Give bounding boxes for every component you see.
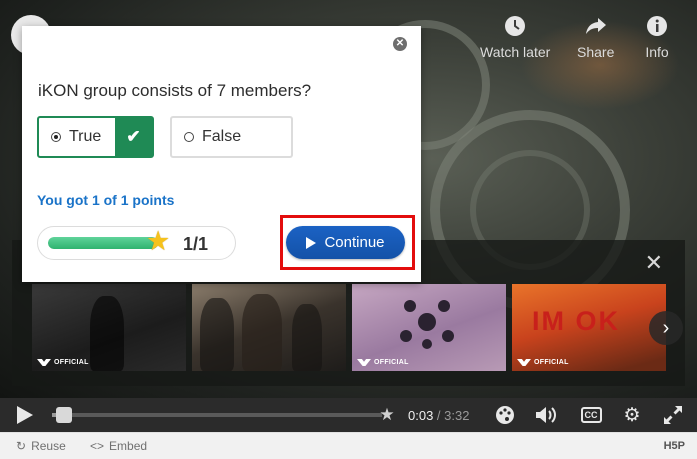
time-display: 0:03 / 3:32 bbox=[408, 408, 469, 423]
code-icon: <> bbox=[90, 439, 105, 453]
gear-icon: ⚙ bbox=[623, 404, 641, 426]
settings-button[interactable]: ⚙ bbox=[619, 398, 645, 432]
score-progress-track bbox=[48, 237, 158, 249]
play-button[interactable] bbox=[10, 398, 40, 432]
seek-handle[interactable] bbox=[56, 407, 72, 423]
star-icon: ★ bbox=[146, 226, 171, 256]
share-label: Share bbox=[577, 44, 615, 60]
yg-logo-icon bbox=[517, 359, 531, 366]
answer-true-option[interactable]: True ✔ bbox=[37, 116, 154, 158]
radio-selected-icon bbox=[51, 132, 61, 142]
continue-label: Continue bbox=[324, 234, 385, 251]
yg-logo-icon bbox=[357, 359, 371, 366]
close-icon[interactable]: ✕ bbox=[645, 252, 663, 274]
captions-icon: CC bbox=[580, 407, 602, 423]
person-silhouette bbox=[200, 298, 234, 371]
quality-button[interactable] bbox=[492, 398, 518, 432]
info-icon bbox=[645, 14, 669, 38]
continue-button[interactable]: Continue bbox=[286, 226, 405, 259]
youtube-watermark bbox=[579, 360, 679, 382]
close-icon[interactable]: ✕ bbox=[393, 37, 407, 51]
related-video-thumbnail[interactable]: IM OK OFFICIAL bbox=[512, 284, 666, 371]
score-value: 1/1 bbox=[183, 234, 209, 254]
volume-icon bbox=[536, 407, 556, 423]
checkmark-icon: ✔ bbox=[115, 118, 152, 156]
play-icon bbox=[306, 236, 317, 249]
h5p-footer: ↻ Reuse <> Embed H5P bbox=[0, 432, 697, 459]
share-button[interactable]: Share bbox=[577, 14, 614, 60]
quiz-question: iKON group consists of 7 members? bbox=[38, 81, 312, 100]
score-feedback: You got 1 of 1 points bbox=[37, 192, 175, 208]
person-silhouette bbox=[242, 294, 282, 371]
captions-button[interactable]: CC bbox=[578, 398, 604, 432]
yg-logo-icon bbox=[37, 359, 51, 366]
chevron-right-icon[interactable]: › bbox=[649, 311, 683, 345]
watch-later-label: Watch later bbox=[480, 44, 551, 60]
h5p-logo[interactable]: H5P bbox=[664, 440, 685, 452]
radio-unselected-icon bbox=[184, 132, 194, 142]
watch-later-button[interactable]: Watch later bbox=[480, 14, 550, 60]
info-button[interactable]: Info bbox=[645, 14, 669, 60]
volume-button[interactable] bbox=[533, 398, 559, 432]
reuse-icon: ↻ bbox=[16, 439, 27, 453]
answer-label: False bbox=[202, 128, 242, 145]
info-label: Info bbox=[645, 44, 669, 60]
seek-bar[interactable] bbox=[52, 407, 382, 423]
play-icon bbox=[17, 406, 33, 424]
star-marker-icon[interactable]: ★ bbox=[375, 398, 399, 432]
palette-icon bbox=[496, 406, 514, 424]
person-silhouette bbox=[292, 304, 322, 371]
answer-false-option[interactable]: False bbox=[170, 116, 293, 158]
quiz-dialog: ✕ iKON group consists of 7 members? True… bbox=[22, 26, 421, 282]
person-silhouette bbox=[90, 296, 124, 371]
dancers-graphic bbox=[400, 300, 454, 349]
clock-icon bbox=[503, 14, 527, 38]
current-time: 0:03 bbox=[408, 408, 434, 423]
expand-icon bbox=[664, 406, 682, 424]
score-bar: ★ 1/1 bbox=[37, 226, 236, 260]
answer-label: True bbox=[69, 128, 102, 145]
share-arrow-icon bbox=[584, 14, 608, 38]
score-progress-fill bbox=[48, 237, 158, 249]
reuse-label: Reuse bbox=[31, 439, 66, 453]
official-badge: OFFICIAL bbox=[357, 359, 409, 366]
reuse-link[interactable]: ↻ Reuse bbox=[16, 439, 66, 453]
official-badge: OFFICIAL bbox=[517, 359, 569, 366]
official-badge: OFFICIAL bbox=[37, 359, 89, 366]
fullscreen-button[interactable] bbox=[660, 398, 686, 432]
related-video-thumbnail[interactable] bbox=[192, 284, 346, 371]
related-video-thumbnail[interactable]: OFFICIAL bbox=[352, 284, 506, 371]
related-video-thumbnail[interactable]: OFFICIAL bbox=[32, 284, 186, 371]
embed-label: Embed bbox=[109, 439, 148, 453]
embed-link[interactable]: <> Embed bbox=[90, 439, 147, 453]
player-controls: ★ 0:03 / 3:32 CC ⚙ bbox=[0, 398, 697, 432]
duration: 3:32 bbox=[444, 408, 470, 423]
thumbnail-title-text: IM OK bbox=[532, 306, 620, 336]
time-separator: / bbox=[433, 408, 445, 423]
